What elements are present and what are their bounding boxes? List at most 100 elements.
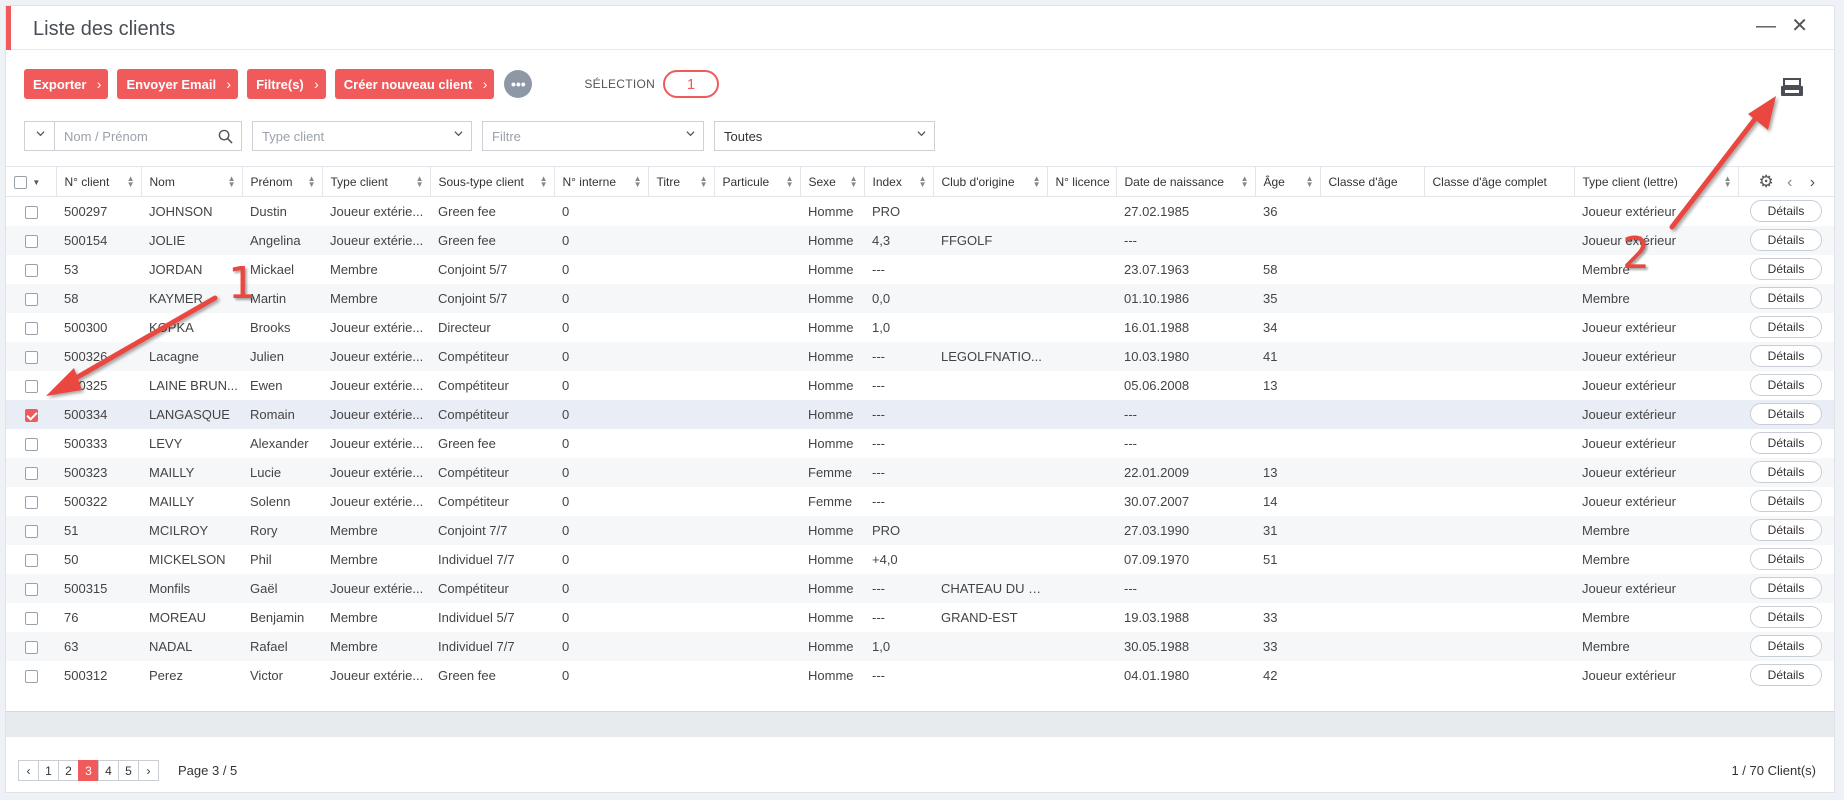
table-row[interactable]: 500297 JOHNSON Dustin Joueur extérie... Gree… xyxy=(6,197,1834,226)
more-options-button[interactable]: ••• xyxy=(504,70,533,98)
details-button[interactable]: Détails xyxy=(1750,519,1822,541)
column-header[interactable]: Classe d'âge xyxy=(1320,166,1425,197)
column-header[interactable]: N° interne ▲ ▼ xyxy=(554,166,649,197)
column-header[interactable]: Club d'origine ▲ ▼ xyxy=(933,166,1048,197)
row-checkbox[interactable] xyxy=(25,350,38,364)
details-button[interactable]: Détails xyxy=(1750,316,1822,338)
details-button[interactable]: Détails xyxy=(1750,258,1822,280)
table-row[interactable]: 500312 Perez Victor Joueur extérie... Green … xyxy=(6,661,1834,690)
page-button[interactable]: 4 xyxy=(98,760,119,781)
column-header[interactable]: Titre ▲ ▼ xyxy=(648,166,715,197)
row-checkbox[interactable] xyxy=(25,611,38,625)
row-checkbox[interactable] xyxy=(25,437,38,451)
table-row[interactable]: 500326 Lacagne Julien Joueur extérie... Comp… xyxy=(6,341,1834,371)
column-header[interactable]: Nom ▲ ▼ xyxy=(141,166,243,197)
send-email-button[interactable]: Envoyer Email › xyxy=(117,69,239,99)
details-button[interactable]: Détails xyxy=(1750,403,1822,425)
scope-dropdown[interactable]: Toutes xyxy=(714,121,935,151)
filters-button-label: Filtre(s) xyxy=(256,76,304,92)
column-header[interactable]: Classe d'âge complet xyxy=(1424,166,1575,197)
selection-count-badge[interactable]: 1 xyxy=(663,70,720,98)
table-row[interactable]: 63 NADAL Rafael Membre Individuel 7/7 0 Homme 1… xyxy=(6,631,1834,661)
chevron-right-icon[interactable]: › xyxy=(1810,174,1815,191)
page-button[interactable]: 2 xyxy=(58,760,79,781)
table-row[interactable]: 500300 KOPKA Brooks Joueur extérie... Direct… xyxy=(6,313,1834,342)
page-button-current[interactable]: 3 xyxy=(78,760,99,781)
print-icon[interactable] xyxy=(1780,78,1804,98)
column-header[interactable]: N° client ▲ ▼ xyxy=(56,166,142,197)
column-header[interactable]: Index ▲ ▼ xyxy=(864,166,934,197)
filters-button[interactable]: Filtre(s) › xyxy=(247,69,326,99)
row-checkbox[interactable] xyxy=(25,379,38,393)
details-button[interactable]: Détails xyxy=(1750,432,1822,454)
column-header[interactable]: Sexe ▲ ▼ xyxy=(800,166,865,197)
row-checkbox[interactable] xyxy=(25,553,38,567)
details-button[interactable]: Détails xyxy=(1750,490,1822,512)
table-row[interactable]: 500334 LANGASQUE Romain Joueur extérie... Co… xyxy=(6,399,1834,429)
table-row[interactable]: 51 MCILROY Rory Membre Conjoint 7/7 0 Homme PRO… xyxy=(6,515,1834,545)
row-checkbox[interactable] xyxy=(25,321,38,335)
row-checkbox[interactable] xyxy=(25,234,38,248)
details-button[interactable]: Détails xyxy=(1750,635,1822,657)
table-row[interactable]: 500154 JOLIE Angelina Joueur extérie... Gree… xyxy=(6,225,1834,255)
column-header[interactable]: Sous-type client ▲ ▼ xyxy=(430,166,555,197)
row-checkbox[interactable] xyxy=(25,263,38,277)
table-row[interactable]: 50 MICKELSON Phil Membre Individuel 7/7 0 Homm… xyxy=(6,545,1834,574)
search-input[interactable] xyxy=(55,128,205,144)
details-button[interactable]: Détails xyxy=(1750,229,1822,251)
table-cell: --- xyxy=(864,457,933,487)
row-checkbox[interactable] xyxy=(25,669,38,683)
details-button[interactable]: Détails xyxy=(1750,345,1822,367)
table-row[interactable]: 500322 MAILLY Solenn Joueur extérie... Compé… xyxy=(6,487,1834,516)
create-client-button[interactable]: Créer nouveau client › xyxy=(334,69,495,99)
details-button[interactable]: Détails xyxy=(1750,577,1822,599)
row-checkbox[interactable] xyxy=(25,292,38,306)
minimize-button[interactable]: — xyxy=(1756,16,1776,36)
column-header[interactable]: Type client ▲ ▼ xyxy=(322,166,431,197)
row-checkbox[interactable] xyxy=(25,640,38,654)
chevron-left-icon[interactable]: ‹ xyxy=(1787,174,1792,191)
details-button[interactable]: Détails xyxy=(1750,287,1822,309)
table-row[interactable]: 500333 LEVY Alexander Joueur extérie... Gree… xyxy=(6,429,1834,458)
table-row[interactable]: 58 KAYMER Martin Membre Conjoint 5/7 0 Homme 0,… xyxy=(6,283,1834,313)
table-row[interactable]: 500325 LAINE BRUN... Ewen Joueur extérie...… xyxy=(6,371,1834,400)
row-checkbox[interactable] xyxy=(25,205,38,219)
details-button[interactable]: Détails xyxy=(1750,200,1822,223)
details-button[interactable]: Détails xyxy=(1750,606,1822,628)
select-all-checkbox[interactable] xyxy=(14,175,27,189)
details-button[interactable]: Détails xyxy=(1750,664,1822,686)
chevron-down-icon[interactable]: ▼ xyxy=(32,178,40,187)
page-button[interactable]: 1 xyxy=(38,760,59,781)
table-row[interactable]: 76 MOREAU Benjamin Membre Individuel 5/7 0 Hom… xyxy=(6,603,1834,632)
export-button[interactable]: Exporter › xyxy=(24,69,109,99)
filter-dropdown[interactable]: Filtre xyxy=(482,121,704,151)
table-row[interactable]: 53 JORDAN Mickael Membre Conjoint 5/7 0 Homme -… xyxy=(6,255,1834,284)
row-checkbox[interactable] xyxy=(25,582,38,596)
type-client-dropdown[interactable]: Type client xyxy=(252,121,472,151)
column-header[interactable]: Prénom ▲ ▼ xyxy=(242,166,323,197)
column-header[interactable]: N° licence xyxy=(1047,166,1117,197)
next-page-button[interactable]: › xyxy=(138,760,159,781)
prev-page-button[interactable]: ‹ xyxy=(18,760,39,781)
table-row[interactable]: 500323 MAILLY Lucie Joueur extérie... Compét… xyxy=(6,457,1834,487)
table-cell: Femme xyxy=(800,457,864,487)
column-header[interactable]: Date de naissance ▲ ▼ xyxy=(1116,166,1256,197)
table-row[interactable]: 500315 Monfils Gaël Joueur extérie... Compét… xyxy=(6,573,1834,603)
gear-icon[interactable]: ⚙ xyxy=(1759,172,1774,191)
details-button[interactable]: Détails xyxy=(1750,374,1822,396)
row-checkbox[interactable] xyxy=(25,495,38,509)
row-checkbox[interactable] xyxy=(25,524,38,538)
row-checkbox[interactable] xyxy=(25,466,38,480)
search-icon[interactable] xyxy=(218,129,233,144)
column-header[interactable]: Particule ▲ ▼ xyxy=(714,166,801,197)
page-button[interactable]: 5 xyxy=(118,760,139,781)
row-checkbox[interactable] xyxy=(25,408,38,422)
column-header[interactable]: Âge ▲ ▼ xyxy=(1255,166,1321,197)
search-mode-dropdown[interactable] xyxy=(24,121,54,151)
details-button[interactable]: Détails xyxy=(1750,461,1822,483)
row-actions-cell: Détails xyxy=(1738,371,1834,400)
column-header[interactable]: Type client (lettre) ▲ ▼ xyxy=(1574,166,1739,197)
details-button[interactable]: Détails xyxy=(1750,548,1822,570)
close-button[interactable]: ✕ xyxy=(1791,16,1808,36)
horizontal-scrollbar[interactable] xyxy=(6,711,1834,737)
